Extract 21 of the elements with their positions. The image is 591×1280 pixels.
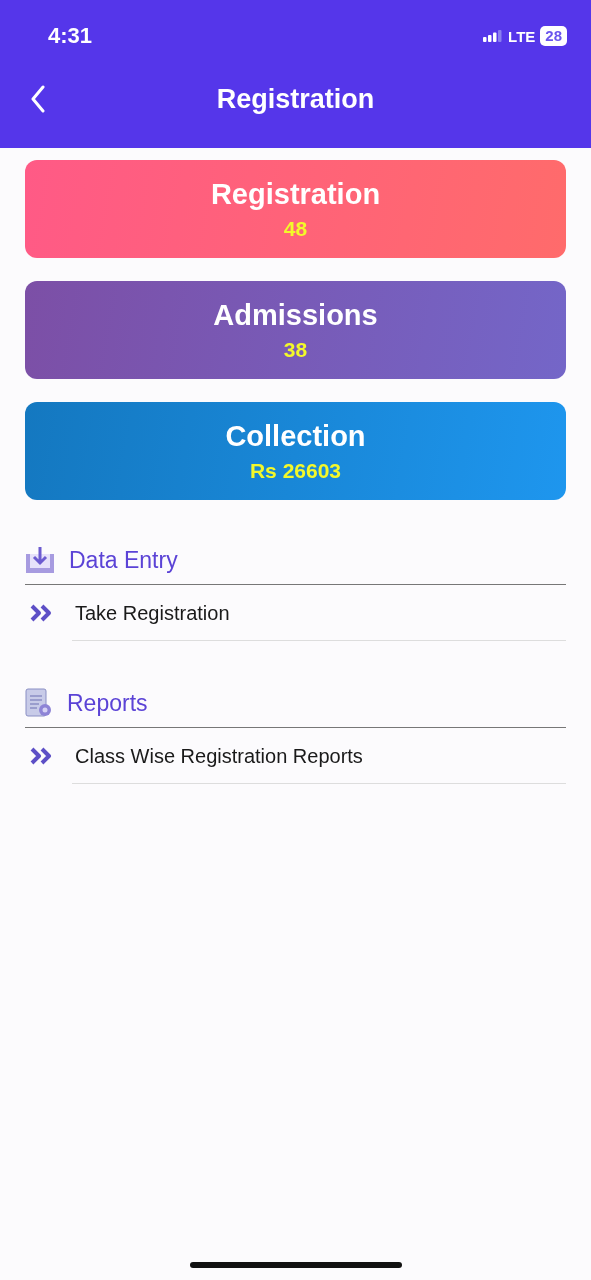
stat-card[interactable]: Admissions 38 xyxy=(25,281,566,379)
card-value: Rs 26603 xyxy=(249,458,342,483)
network-label: LTE xyxy=(508,27,536,45)
page-title: Registration xyxy=(216,83,375,115)
battery-level: 28 xyxy=(540,26,567,46)
section-title: Reports xyxy=(67,689,148,717)
stat-card[interactable]: Collection Rs 26603 xyxy=(25,402,566,500)
card-value: 38 xyxy=(283,337,308,362)
stat-card[interactable]: Registration 48 xyxy=(25,160,566,258)
signal-icon xyxy=(483,30,504,42)
back-icon[interactable] xyxy=(30,85,46,113)
card-title: Registration xyxy=(210,177,381,211)
section-title: Data Entry xyxy=(69,546,178,574)
menu-item[interactable]: Take Registration xyxy=(25,585,566,641)
menu-item[interactable]: Class Wise Registration Reports xyxy=(25,728,566,784)
card-value: 48 xyxy=(283,216,308,241)
card-title: Collection xyxy=(225,419,366,453)
card-title: Admissions xyxy=(213,298,378,332)
status-time: 4:31 xyxy=(48,23,93,49)
document-gear-icon xyxy=(25,688,53,718)
download-tray-icon xyxy=(25,546,55,574)
